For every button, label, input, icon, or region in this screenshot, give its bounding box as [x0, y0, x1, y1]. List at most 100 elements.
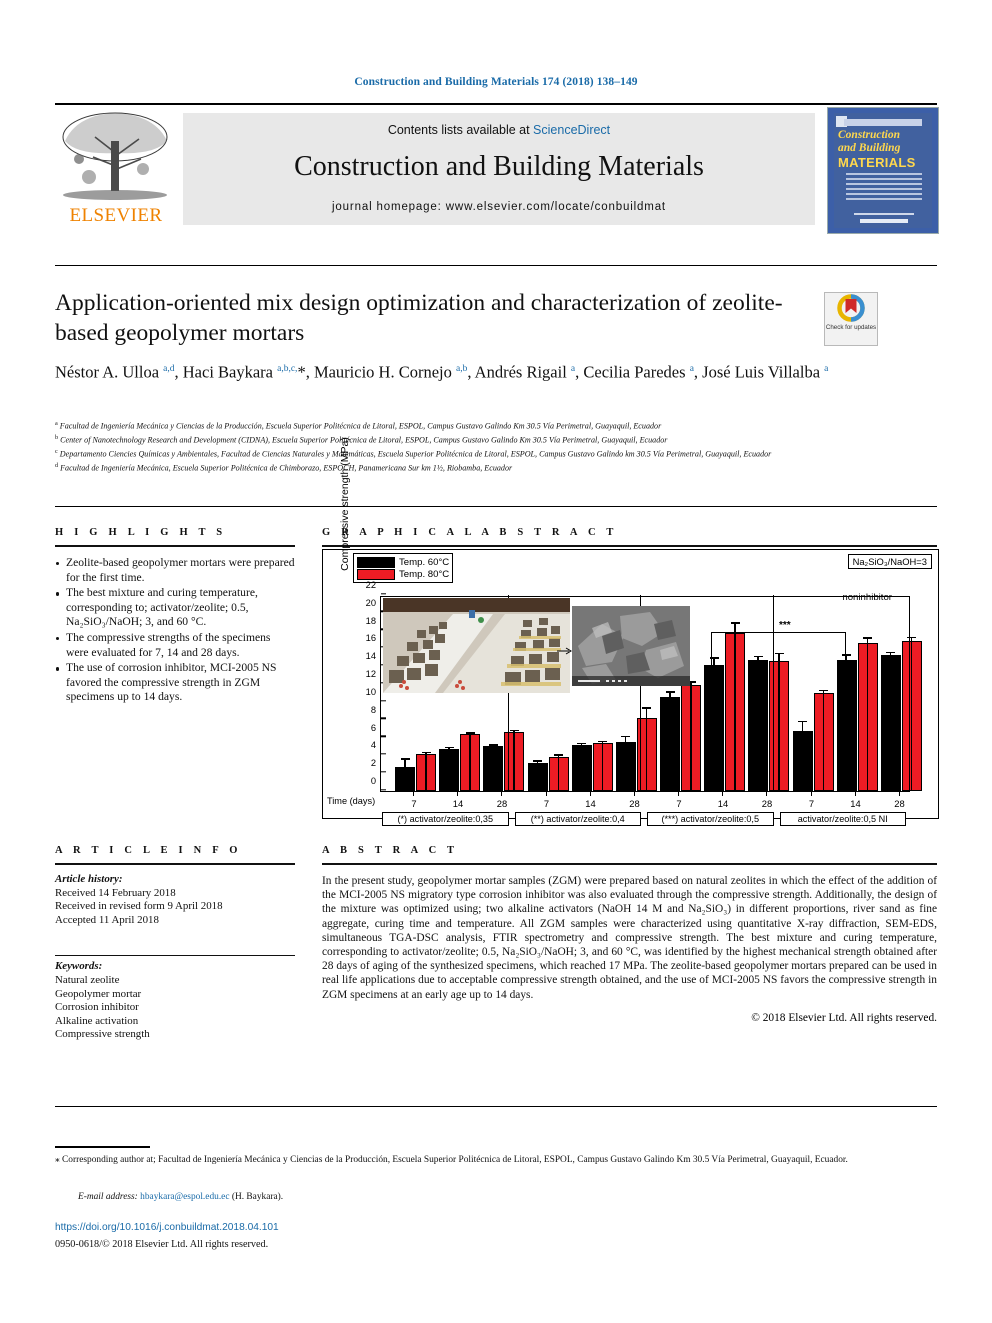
crossmark-icon: [837, 294, 865, 322]
corresponding-author-text: Corresponding author at; Facultad de Ing…: [62, 1155, 848, 1165]
elsevier-wordmark: ELSEVIER: [69, 205, 163, 226]
error-bar-cap: [642, 707, 651, 709]
graphical-abstract-rule: [322, 545, 937, 547]
error-bar: [580, 744, 583, 791]
error-bar: [404, 759, 406, 791]
crossmark-badge[interactable]: Check for updates: [824, 292, 878, 346]
crossmark-label-text: Check for updates: [825, 324, 877, 331]
x-tick-label: 28: [894, 798, 905, 809]
error-bar-cap: [533, 760, 542, 762]
email-label: E-mail address:: [78, 1192, 138, 1202]
error-bar: [448, 748, 450, 791]
legend-swatch: [357, 568, 395, 580]
y-tick-mark: [381, 699, 386, 702]
error-bar-cap: [488, 744, 498, 746]
group-label: activator/zeolite:0,5 NI: [779, 812, 906, 826]
error-bar-cap: [598, 740, 607, 743]
error-bar: [822, 691, 825, 791]
y-tick-label: 8: [370, 704, 376, 715]
error-bar: [866, 638, 869, 791]
error-bar: [624, 737, 627, 791]
y-tick-label: 4: [370, 740, 376, 751]
error-bar: [757, 657, 759, 791]
y-tick-label: 2: [370, 758, 376, 769]
abstract-section: A B S T R A C T In the present study, ge…: [322, 845, 937, 1024]
cover-title-line3: MATERIALS: [838, 155, 916, 170]
journal-cover-thumbnail: Construction and Building MATERIALS: [827, 107, 939, 234]
crossmark-label: Check for updates: [825, 324, 877, 331]
paper-page: Construction and Building Materials 174 …: [0, 0, 992, 1323]
keyword-item: Corrosion inhibitor: [55, 1001, 139, 1014]
title-rule: [55, 265, 937, 266]
keywords-label: Keywords:: [55, 960, 103, 973]
abstract-rule: [322, 863, 937, 865]
masthead-center-panel: Contents lists available at ScienceDirec…: [183, 113, 815, 225]
error-bar-cap: [554, 754, 563, 756]
keyword-item: Compressive strength: [55, 1028, 150, 1041]
article-info-section: A R T I C L E I N F O Article history: R…: [55, 845, 295, 1042]
group-label: (**) activator/zeolite:0,4: [514, 812, 641, 826]
error-bar-cap: [907, 636, 916, 639]
y-tick-mark: [381, 771, 386, 773]
legend-label: Temp. 80°C: [399, 568, 450, 580]
y-tick-label: 16: [365, 633, 376, 644]
error-bar-cap: [863, 637, 872, 639]
error-bar: [713, 658, 715, 791]
article-history-item: Received in revised form 9 April 2018: [55, 900, 223, 913]
error-bar-cap: [886, 651, 895, 654]
x-tick-mark: [545, 792, 547, 796]
highlights-rule: [55, 545, 295, 547]
graphical-abstract-section: G R A P H I C A L A B S T R A C T Temp. …: [322, 437, 939, 826]
error-bar: [645, 708, 648, 791]
y-tick-label: 0: [370, 776, 376, 786]
highlight-item: The compressive strengths of the specime…: [55, 631, 295, 660]
error-bar: [469, 733, 471, 791]
error-bar-cap: [730, 622, 740, 624]
significance-bracket-tick: [845, 633, 847, 673]
cover-line2-text: and Building: [838, 142, 901, 154]
x-tick-mark: [898, 792, 900, 796]
error-bar: [492, 745, 494, 791]
article-info-heading: A R T I C L E I N F O: [55, 845, 242, 856]
elsevier-logo: ELSEVIER: [55, 107, 177, 229]
significance-marker: ***: [779, 620, 791, 631]
error-bar-cap: [774, 652, 784, 655]
corresponding-author-note: ⁎ Corresponding author at; Facultad de I…: [55, 1154, 937, 1167]
article-history-lines: Received 14 February 2018 Received in rev…: [55, 887, 295, 928]
x-tick-mark: [854, 792, 856, 796]
cover-body-lines: [846, 173, 922, 203]
y-tick-mark: [381, 788, 386, 791]
error-bar: [778, 654, 780, 791]
x-tick-mark: [810, 792, 812, 796]
x-tick-label: 7: [676, 798, 682, 809]
affiliation-line: a Facultad de Ingeniería Mecánica y Cien…: [55, 420, 662, 431]
sciencedirect-link[interactable]: ScienceDirect: [533, 123, 610, 137]
error-bar-cap: [753, 655, 763, 658]
x-tick-label: 7: [411, 798, 417, 809]
error-bar-cap: [819, 689, 828, 692]
x-tick-label: 14: [452, 798, 464, 809]
x-tick-mark: [678, 792, 680, 796]
x-tick-label: 14: [850, 798, 861, 809]
y-tick-label: 22: [365, 580, 376, 590]
error-bar: [669, 692, 671, 791]
significance-bracket-tick: [711, 633, 713, 683]
article-info-gap: [55, 927, 295, 953]
x-tick-label: 14: [585, 798, 596, 809]
cover-footer-rule: [854, 213, 914, 215]
email-link[interactable]: hbaykara@espol.edu.ec: [140, 1192, 229, 1202]
header-rule: [55, 103, 937, 105]
x-tick-mark: [457, 792, 459, 796]
doi-link[interactable]: https://doi.org/10.1016/j.conbuildmat.20…: [55, 1222, 279, 1233]
error-bar-cap: [665, 691, 675, 693]
error-bar-cap: [798, 720, 807, 722]
x-tick-mark: [722, 792, 724, 796]
highlight-item: Zeolite-based geopolymer mortars were pr…: [55, 556, 295, 585]
contents-line: Contents lists available at ScienceDirec…: [183, 123, 815, 137]
highlights-list: Zeolite-based geopolymer mortars were pr…: [55, 556, 295, 705]
abstract-body: In the present study, geopolymer mortar …: [322, 875, 937, 1001]
journal-masthead: ELSEVIER Contents lists available at Sci…: [55, 107, 939, 234]
x-tick-mark: [589, 792, 591, 796]
x-tick-mark: [766, 792, 768, 796]
journal-homepage[interactable]: journal homepage: www.elsevier.com/locat…: [183, 201, 815, 213]
